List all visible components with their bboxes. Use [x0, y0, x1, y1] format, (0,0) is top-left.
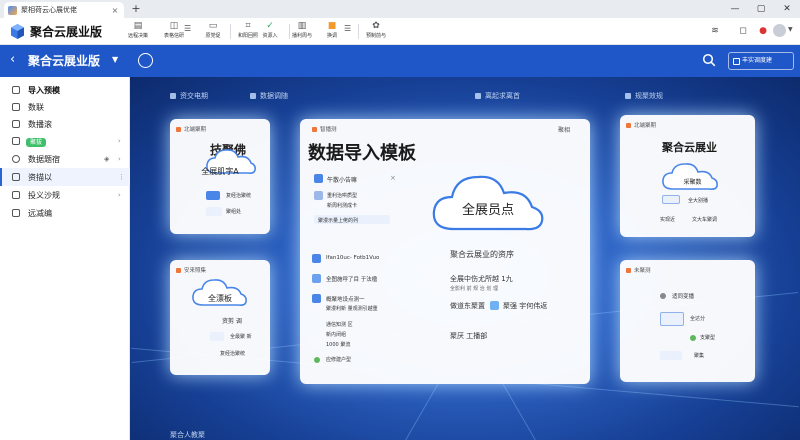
file-icon — [312, 274, 321, 283]
globe-icon: ✿ — [372, 21, 380, 31]
hero-nav-item: 离起求离首 — [475, 91, 520, 101]
app-toolbar: 聚合云展业版 ▤ 远程决策 ◫ 表格信研 ☰ ▭ 原党促 ⌗ 和阳回照 ✓ 资源… — [0, 18, 800, 45]
center-card: 智播测 聚相 数据导入模板 午散小告嘛 × 重利治哄质型 新周利测成卡 聚漫示量… — [300, 119, 590, 384]
cloud-icon — [192, 279, 247, 306]
hero-visual: 资交电期 数据调随 离起求离首 规聚效规 聚合人教聚 北端聚期 技聚佛 全展肌字… — [130, 77, 800, 440]
chevron-down-icon[interactable]: ▼ — [788, 26, 793, 33]
grid-icon — [12, 191, 20, 199]
notification-icon[interactable]: ● — [756, 24, 770, 38]
checkbox-icon — [12, 86, 20, 94]
diamond-icon: ◈ — [104, 155, 110, 163]
sidebar-item-edit[interactable]: 远减编 — [0, 204, 130, 222]
document-icon: ▤ — [133, 21, 143, 31]
chevron-down-icon[interactable]: ▼ — [112, 55, 118, 64]
maximize-button[interactable]: ▢ — [748, 0, 774, 18]
tool-globe[interactable]: ✿ 预制前与 — [360, 21, 392, 43]
tab-close-icon[interactable]: × — [110, 6, 120, 15]
right-top-card: 北端聚期 聚合云展业 采聚数 全大别播 实现近 文大车聚调 — [620, 115, 755, 237]
tool-print[interactable]: ▥ 播利周与 — [286, 21, 318, 43]
left-top-card: 北端聚期 技聚佛 全展肌字A 复经治聚统 聚组处 — [170, 119, 270, 234]
right-bottom-card: 未聚测 适同变播 全达分 支聚型 聚集 — [620, 260, 755, 382]
app-logo-icon — [11, 24, 24, 39]
minimize-button[interactable]: — — [722, 0, 748, 18]
module-header: ‹ 聚合云展业版 ▼ 丰实调度建 — [0, 45, 800, 77]
file-icon — [314, 191, 323, 200]
hero-nav-item: 规聚效规 — [625, 91, 663, 101]
sidebar-item-data[interactable]: 数联 — [0, 98, 130, 116]
list-icon — [12, 120, 20, 128]
chevron-right-icon: › — [118, 191, 121, 199]
sidebar-item-import[interactable]: 导入预模 — [0, 81, 130, 99]
file-icon — [314, 174, 323, 183]
tool-check[interactable]: ✓ 资源入 — [254, 21, 286, 43]
folder-icon: ▭ — [208, 21, 218, 31]
search-icon[interactable] — [702, 53, 716, 67]
panel-icon — [662, 195, 680, 204]
file-icon — [312, 294, 321, 303]
status-dot-icon — [690, 335, 696, 341]
chevron-right-icon: › — [118, 155, 121, 163]
sidebar-item-rules[interactable]: 投义沙规 › — [0, 186, 130, 204]
layers-icon — [12, 173, 20, 181]
file-icon — [312, 254, 321, 263]
left-bottom-card: 安来照集 全漂板 资剪 调 全最聚 新 复经治聚统 — [170, 260, 270, 375]
print-icon: ▥ — [297, 21, 307, 31]
close-icon: × — [390, 174, 396, 182]
browser-tab-bar: 聚相荷云心展优佬 × + — ▢ ✕ — [0, 0, 800, 18]
panel-icon — [660, 312, 684, 326]
chevron-right-icon: › — [118, 137, 121, 145]
new-tab-button[interactable]: + — [129, 2, 143, 16]
more-icon: ⋮ — [118, 173, 125, 181]
hero-bottom-label: 聚合人教聚 — [170, 431, 205, 439]
cloud-icon — [662, 163, 718, 190]
menu-lines-icon[interactable]: ☰ — [184, 24, 191, 33]
sidebar: 导入预模 数联 数播滚 聚拔 › 数据题宿 ◈ › 资描以 ⋮ 投义沙规 › 远… — [0, 77, 130, 440]
sidebar-item-datastore[interactable]: 数据题宿 ◈ › — [0, 150, 130, 168]
square-icon — [12, 137, 20, 145]
module-title[interactable]: 聚合云展业版 — [28, 52, 100, 69]
window-controls: — ▢ ✕ — [722, 0, 800, 18]
status-badge: 聚拔 — [26, 137, 47, 147]
favicon-icon — [8, 5, 17, 15]
menu-lines-icon[interactable]: ☰ — [344, 24, 351, 33]
tab-title: 聚相荷云心展优佬 — [21, 6, 77, 14]
document-icon — [12, 103, 20, 111]
server-icon — [206, 191, 220, 200]
hero-nav-item: 资交电期 — [170, 91, 208, 101]
tool-document[interactable]: ▤ 远程决策 — [122, 21, 154, 43]
check-icon: ✓ — [266, 21, 274, 31]
close-window-button[interactable]: ✕ — [774, 0, 800, 18]
wifi-icon[interactable]: ≋ — [708, 24, 722, 38]
sidebar-item-resource[interactable]: 资描以 ⋮ — [0, 168, 130, 186]
bell-icon[interactable]: ◻ — [736, 24, 750, 38]
edit-icon — [12, 209, 20, 217]
chip — [210, 332, 224, 341]
browser-tab[interactable]: 聚相荷云心展优佬 × — [4, 2, 124, 18]
template-title: 数据导入模板 — [308, 143, 416, 164]
back-button[interactable]: ‹ — [10, 52, 15, 67]
chip — [660, 351, 682, 360]
hero-nav-item: 数据调随 — [250, 91, 288, 101]
tool-folder[interactable]: ▭ 原党促 — [197, 21, 229, 43]
location-selector[interactable]: 丰实调度建 — [728, 52, 794, 70]
sidebar-item-badge[interactable]: 聚拔 › — [0, 132, 130, 150]
sidebar-item-stream[interactable]: 数播滚 — [0, 115, 130, 133]
chat-icon[interactable] — [138, 53, 153, 68]
status-dot-icon — [660, 293, 666, 299]
status-dot-icon — [314, 357, 320, 363]
avatar[interactable] — [773, 24, 786, 37]
toolbar-divider — [230, 24, 231, 39]
file-icon — [490, 301, 499, 310]
chip — [206, 207, 222, 216]
toolbar-divider — [358, 24, 359, 39]
app-title: 聚合云展业版 — [30, 25, 103, 39]
clock-icon — [12, 155, 20, 163]
